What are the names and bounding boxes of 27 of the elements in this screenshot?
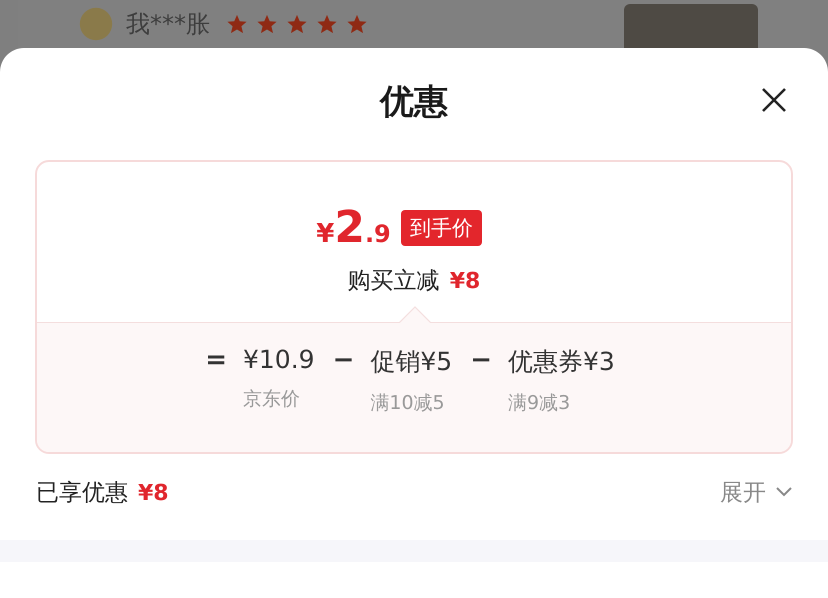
operator-sign: − [332, 345, 354, 375]
star-icon [286, 13, 308, 35]
summary-amount: ¥8 [138, 480, 169, 506]
breakdown-note: 满9减3 [508, 391, 572, 416]
star-icon [346, 13, 368, 35]
star-icon [316, 13, 338, 35]
final-price: ¥2.9 [316, 202, 391, 253]
discount-label: 购买立减 [348, 267, 440, 296]
close-icon [760, 86, 788, 114]
star-icon [226, 13, 248, 35]
breakdown-note: 京东价 [243, 387, 301, 412]
breakdown-amount: 促销¥5 [370, 346, 452, 378]
breakdown-note: 满10减5 [370, 391, 446, 416]
breakdown-amount: 优惠券¥3 [508, 346, 615, 378]
chevron-down-icon [776, 487, 792, 497]
expand-button[interactable]: 展开 [720, 476, 792, 508]
discount-amount: ¥8 [450, 269, 480, 294]
operator-sign: − [470, 345, 492, 375]
breakdown-amount: ¥10.9 [243, 345, 315, 374]
reviewer-name: 我***胀 [126, 9, 210, 40]
sheet-title: 优惠 [380, 81, 448, 124]
operator-sign: = [205, 345, 227, 375]
summary-label: 已享优惠 [36, 478, 128, 508]
avatar-icon [78, 6, 114, 42]
price-tag: 到手价 [400, 210, 482, 246]
close-button[interactable] [760, 86, 788, 114]
star-icon [256, 13, 278, 35]
